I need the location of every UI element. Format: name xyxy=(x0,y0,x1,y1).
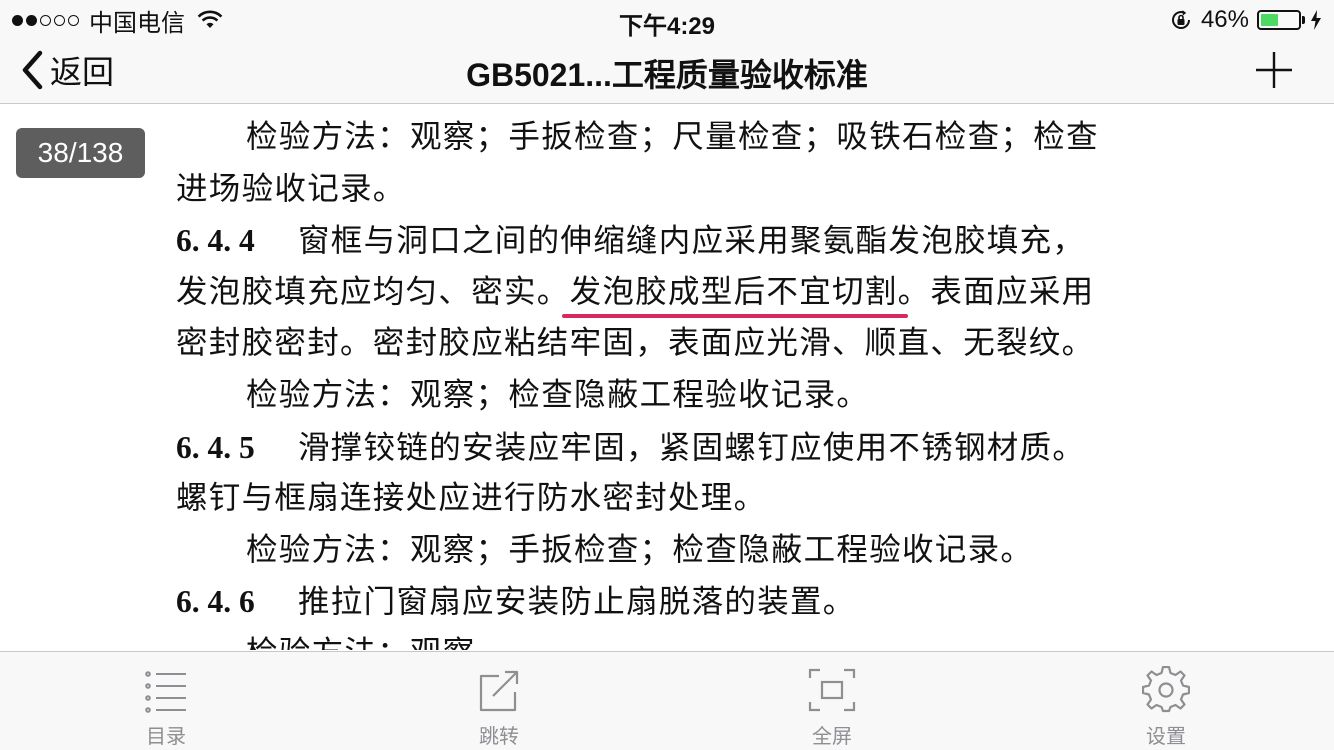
share-jump-icon xyxy=(479,670,519,712)
plus-icon xyxy=(1256,52,1292,88)
inspection-method: 检验方法：观察。 xyxy=(176,628,1156,650)
text-line: 密封胶密封。密封胶应粘结牢固，表面应光滑、顺直、无裂纹。 xyxy=(176,325,1095,362)
inspection-method: 检验方法：观察；检查隐蔽工程验收记录。 xyxy=(246,376,870,413)
jump-button[interactable]: 跳转 xyxy=(439,666,559,749)
status-right: 46% xyxy=(1169,6,1322,34)
clause-6-4-5: 6. 4. 5 滑撑铰链的安装应牢固，紧固螺钉应使用不锈钢材质。 xyxy=(176,422,1156,474)
clause-text: 窗框与洞口之间的伸缩缝内应采用聚氨酯发泡胶填充， xyxy=(298,223,1086,260)
battery-icon xyxy=(1257,10,1301,30)
chevron-left-icon xyxy=(22,50,43,90)
battery-percentage: 46% xyxy=(1200,6,1249,33)
settings-label: 设置 xyxy=(1146,726,1186,748)
clause-text: 滑撑铰链的安装应牢固，紧固螺钉应使用不锈钢材质。 xyxy=(298,429,1086,466)
navigation-bar: 返回 GB5021...工程质量验收标准 xyxy=(0,40,1334,104)
fullscreen-label: 全屏 xyxy=(812,726,852,748)
status-bar: 中国电信 下午4:29 46% xyxy=(0,0,1334,40)
toc-label: 目录 xyxy=(146,726,186,748)
toc-button[interactable]: 目录 xyxy=(106,666,226,749)
list-icon xyxy=(145,671,186,713)
status-time: 下午4:29 xyxy=(618,13,716,40)
settings-button[interactable]: 设置 xyxy=(1106,666,1226,749)
fullscreen-button[interactable]: 全屏 xyxy=(772,666,892,749)
add-button[interactable] xyxy=(1254,50,1294,90)
battery-tip xyxy=(1302,16,1305,24)
clause-number: 6. 4. 6 xyxy=(176,584,255,620)
text-line: 螺钉与框扇连接处应进行防水密封处理。 xyxy=(176,480,767,517)
charging-bolt-icon xyxy=(1311,10,1321,30)
gear-icon xyxy=(1142,666,1190,713)
text-line: 进场验收记录。 xyxy=(176,170,406,207)
page-indicator-badge: 38/138 xyxy=(16,128,145,178)
clause-6-4-4: 6. 4. 4 窗框与洞口之间的伸缩缝内应采用聚氨酯发泡胶填充， xyxy=(176,215,1156,267)
back-label: 返回 xyxy=(50,54,115,90)
clause-text: 。表面应采用 xyxy=(897,273,1095,310)
inspection-method: 检验方法：观察；手扳检查；检查隐蔽工程验收记录。 xyxy=(246,531,1034,568)
page-title: GB5021...工程质量验收标准 xyxy=(466,57,868,93)
clause-6-4-6: 6. 4. 6 推拉门窗扇应安装防止扇脱落的装置。 xyxy=(176,576,1156,628)
clause-number: 6. 4. 4 xyxy=(176,223,255,259)
highlighted-text[interactable]: 发泡胶成型后不宜切割 xyxy=(561,267,908,319)
fullscreen-icon xyxy=(808,668,856,712)
text-line: 检验方法：观察；手扳检查；尺量检查；吸铁石检查；检查 xyxy=(246,119,1099,155)
bottom-toolbar: 目录 跳转 全屏 设置 xyxy=(0,651,1334,750)
clause-number: 6. 4. 5 xyxy=(176,429,255,465)
document-page: 检验方法：观察；手扳检查；尺量检查；吸铁石检查；检查 进场验收记录。 6. 4.… xyxy=(176,112,1156,650)
clause-text: 发泡胶填充应均匀、密实。 xyxy=(176,273,570,310)
clause-text: 推拉门窗扇应安装防止扇脱落的装置。 xyxy=(298,584,856,621)
battery-level-fill xyxy=(1261,14,1278,26)
rotation-lock-icon xyxy=(1171,10,1190,29)
back-button[interactable]: 返回 xyxy=(20,48,114,92)
text-line: 发泡胶填充应均匀、密实。发泡胶成型后不宜切割。表面应采用 xyxy=(176,267,1156,319)
jump-label: 跳转 xyxy=(479,726,519,748)
